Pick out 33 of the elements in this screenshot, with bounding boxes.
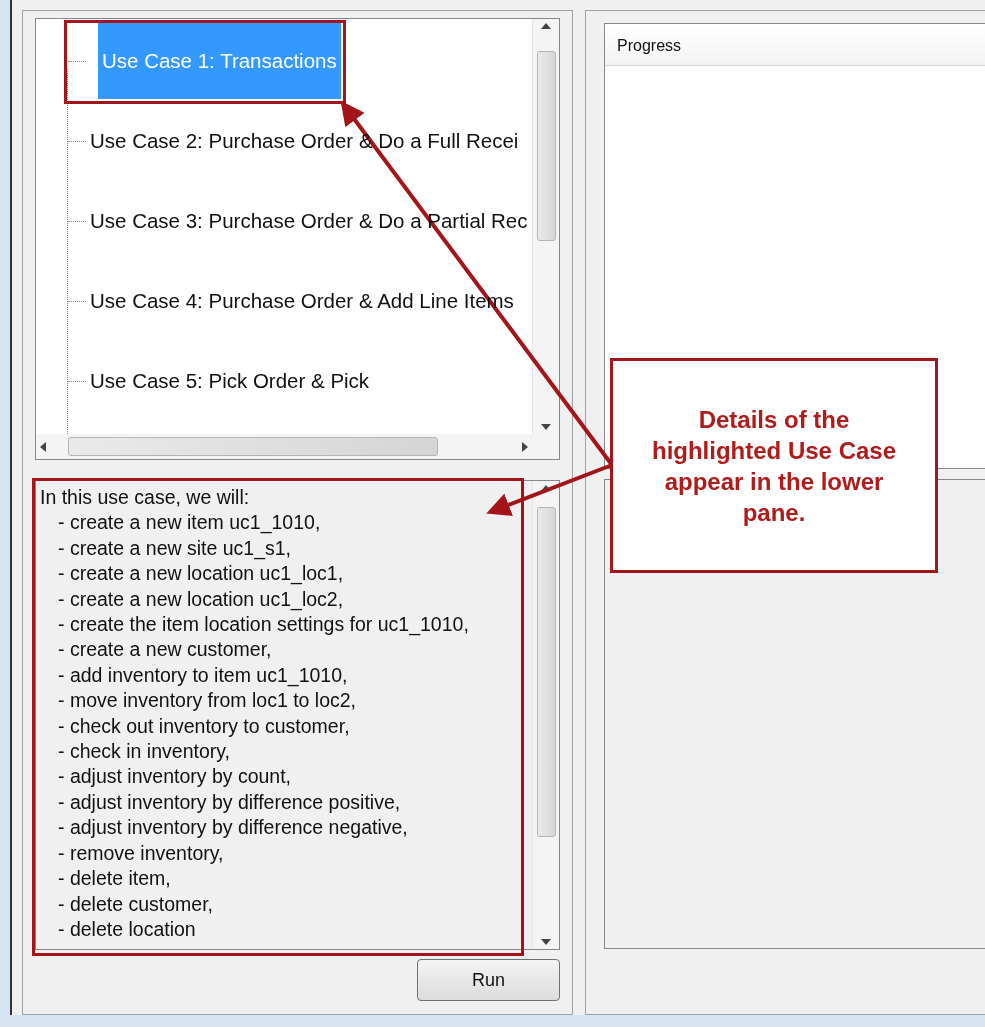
scroll-down-icon[interactable]	[541, 939, 551, 945]
details-line: - adjust inventory by difference positive,	[57, 789, 402, 815]
details-line: - create a new location uc1_loc2,	[57, 586, 345, 613]
details-line: - delete location	[57, 916, 197, 942]
scroll-right-icon[interactable]	[522, 441, 528, 452]
details-line: - check in inventory,	[57, 739, 231, 765]
run-button[interactable]: Run	[417, 959, 560, 1001]
scroll-thumb[interactable]	[68, 437, 438, 456]
scroll-up-icon[interactable]	[541, 485, 551, 491]
details-intro: In this use case, we will:	[40, 485, 251, 510]
details-line: - create the item location settings for uc1_1010,	[57, 612, 470, 638]
details-line: - adjust inventory by difference negative,	[57, 815, 409, 841]
details-line: - create a new customer,	[57, 637, 273, 663]
horizontal-scrollbar[interactable]	[36, 434, 532, 459]
scroll-down-icon[interactable]	[541, 424, 551, 430]
details-line: - create a new location uc1_loc1,	[57, 561, 345, 587]
scroll-up-icon[interactable]	[541, 23, 551, 29]
details-line: - move inventory from loc1 to loc2,	[57, 688, 358, 714]
vertical-scrollbar[interactable]	[532, 481, 559, 949]
scroll-left-icon[interactable]	[40, 441, 46, 452]
details-line: - adjust inventory by count,	[57, 764, 293, 790]
vertical-scrollbar[interactable]	[532, 19, 559, 434]
details-line: - add inventory to item uc1_1010,	[57, 662, 349, 689]
details-line: - create a new site uc1_s1,	[57, 535, 293, 562]
details-line: - delete customer,	[57, 891, 214, 917]
scroll-thumb[interactable]	[536, 51, 556, 241]
details-line: - check out inventory to customer,	[57, 713, 351, 739]
details-line: - remove inventory,	[57, 840, 225, 866]
tree-item[interactable]: Use Case 5: Pick Order & Pick	[86, 343, 374, 419]
callout: Details of the highlighted Use Case appear in the lower pane.	[610, 358, 938, 573]
details-line: - create a new item uc1_1010,	[57, 510, 322, 536]
details-line: - delete item,	[57, 866, 172, 892]
scroll-thumb[interactable]	[536, 507, 556, 837]
